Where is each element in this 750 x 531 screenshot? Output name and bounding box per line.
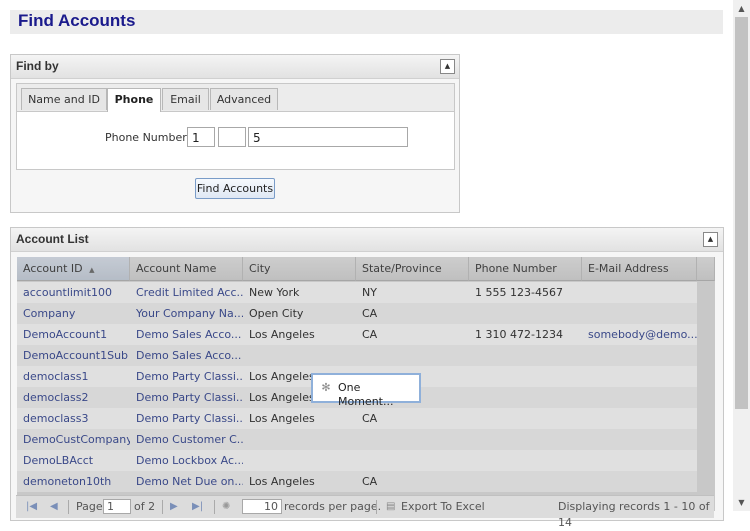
account-list-title: Account List [16, 232, 89, 246]
pager-separator [214, 500, 215, 514]
collapse-icon[interactable]: ▲ [703, 232, 718, 247]
last-page-icon[interactable]: ▶| [192, 499, 203, 515]
loading-text: One Moment... [338, 381, 394, 408]
find-by-panel: Find by ▲ Name and ID Phone Email Advanc… [10, 54, 460, 213]
next-page-icon[interactable]: ▶ [170, 499, 178, 515]
scroll-down-arrow-icon[interactable]: ▼ [733, 494, 750, 511]
tab-advanced[interactable]: Advanced [210, 88, 278, 110]
phone-country-code-input[interactable]: 1 [187, 127, 215, 147]
export-to-excel-link[interactable]: Export To Excel [401, 499, 485, 515]
find-accounts-button[interactable]: Find Accounts [195, 178, 275, 199]
scroll-thumb[interactable] [735, 17, 748, 409]
tab-bar: Name and ID Phone Email Advanced [17, 84, 454, 112]
pagination-bar: |◀ ◀ Page 1 of 2 ▶ ▶| ✺ 10 records per p… [16, 495, 714, 529]
excel-icon[interactable]: ▤ [386, 499, 395, 515]
pager-separator [162, 500, 163, 514]
refresh-icon[interactable]: ✺ [222, 499, 230, 515]
page-label: Page [76, 500, 103, 513]
tab-email[interactable]: Email [162, 88, 209, 110]
phone-number-input[interactable]: 5 [248, 127, 408, 147]
find-by-header: Find by ▲ [11, 55, 459, 79]
page-count-label: of 2 [134, 500, 156, 513]
pager-separator [68, 500, 69, 514]
search-tabs: Name and ID Phone Email Advanced Phone N… [16, 83, 455, 170]
records-per-page-label: records per page. [284, 500, 382, 513]
find-by-title: Find by [16, 59, 59, 73]
tab-name-and-id[interactable]: Name and ID [21, 88, 107, 110]
pager-separator [376, 500, 377, 514]
vertical-scrollbar[interactable]: ▲ ▼ [733, 0, 750, 511]
page-title-bar: Find Accounts [10, 10, 723, 34]
scroll-up-arrow-icon[interactable]: ▲ [733, 0, 750, 17]
loading-dialog: ✻ One Moment... [311, 373, 421, 408]
records-per-page-input[interactable]: 10 [242, 499, 282, 514]
collapse-icon[interactable]: ▲ [440, 59, 455, 74]
phone-number-label: Phone Number: [105, 131, 191, 144]
account-list-header: Account List ▲ [11, 228, 723, 252]
first-page-icon[interactable]: |◀ [26, 499, 37, 515]
tab-phone[interactable]: Phone [107, 88, 161, 112]
page-title: Find Accounts [18, 11, 136, 30]
page-number-input[interactable]: 1 [103, 499, 131, 514]
previous-page-icon[interactable]: ◀ [50, 499, 58, 515]
records-display-info: Displaying records 1 - 10 of 14 [558, 500, 710, 529]
phone-area-code-input[interactable] [218, 127, 246, 147]
loading-spinner-icon: ✻ [321, 381, 331, 394]
